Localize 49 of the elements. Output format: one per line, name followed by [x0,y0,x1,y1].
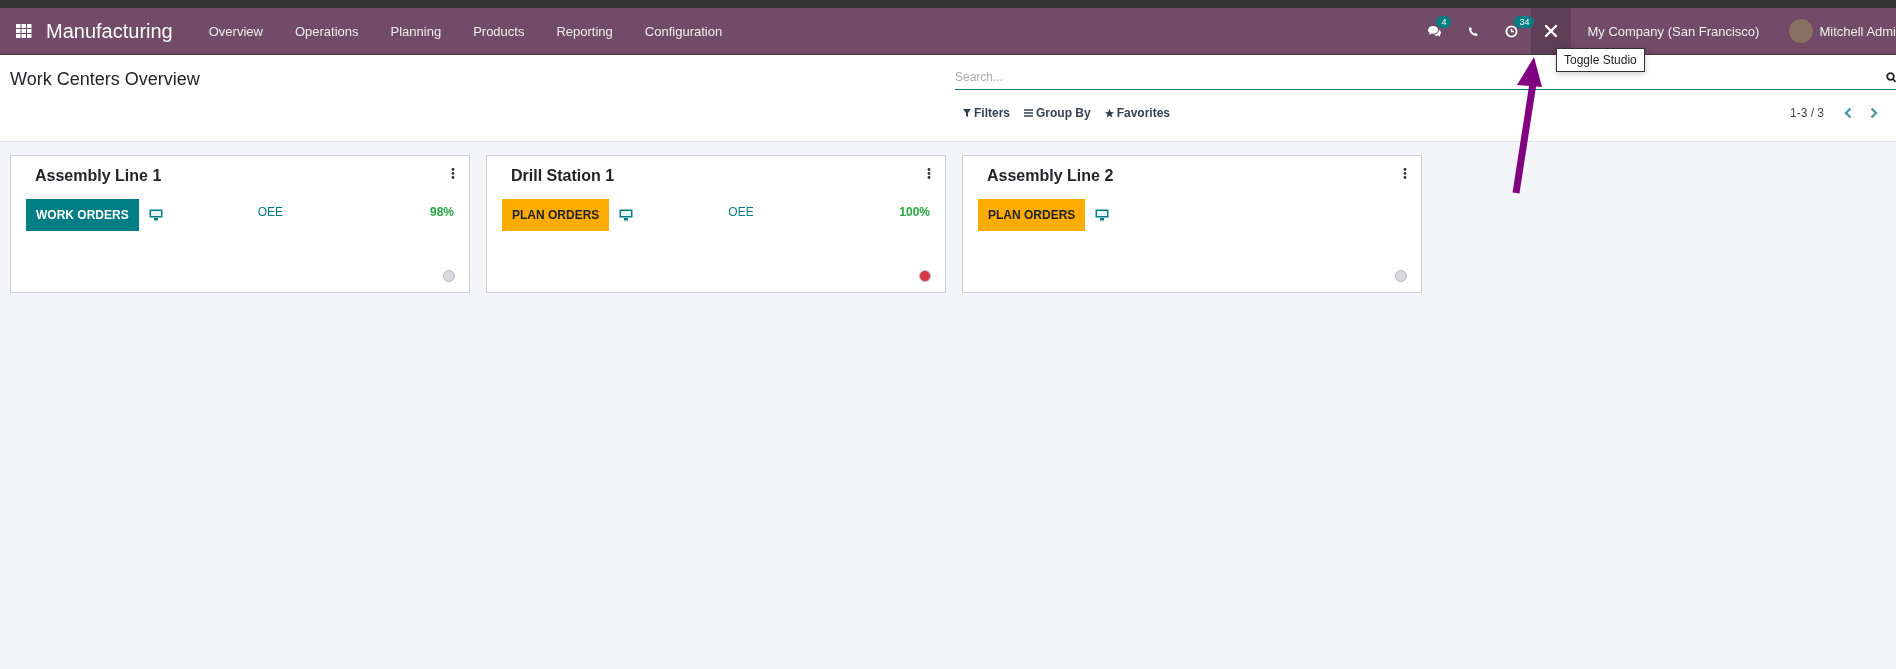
counter-badge: 4 [1436,16,1452,28]
systray-button[interactable]: 4 [1414,8,1456,54]
oee-value: 100% [899,205,930,219]
menu-item[interactable]: Configuration [628,23,739,39]
card-title: Assembly Line 2 [987,167,1114,185]
status-dot[interactable] [919,270,931,282]
monitor-icon[interactable] [148,209,163,221]
previous-icon[interactable] [1844,107,1852,119]
list-icon [1024,109,1033,117]
phone-icon [1468,25,1480,37]
app-name[interactable]: Manufacturing [46,19,173,43]
pager-value[interactable]: 1-3 / 3 [1789,106,1824,120]
chat-icon [1427,24,1443,38]
next-icon[interactable] [1870,107,1878,119]
tooltip: Toggle Studio [1556,48,1645,72]
card-title: Drill Station 1 [511,167,615,185]
systray-button[interactable] [1531,8,1572,54]
funnel-icon [963,109,971,117]
company-switcher[interactable]: My Company (San Francisco) [1587,23,1760,39]
kebab-menu-icon[interactable] [1403,168,1407,179]
card-title: Assembly Line 1 [35,167,162,185]
monitor-icon[interactable] [619,209,634,221]
menu-item[interactable]: Products [457,23,541,39]
filter-dropdown[interactable]: Filters [963,104,1010,122]
oee-value: 98% [429,205,454,219]
oee-label[interactable]: OEE [728,205,754,219]
filter-dropdown[interactable]: Group By [1024,104,1091,122]
orders-button[interactable]: PLAN ORDERS [978,199,1086,231]
kebab-menu-icon[interactable] [927,168,931,179]
monitor-icon[interactable] [1095,209,1110,221]
counter-badge: 34 [1514,16,1535,28]
search-field[interactable]: Search... [955,70,1886,84]
orders-button[interactable]: WORK ORDERS [26,199,139,231]
search-icon[interactable] [1886,71,1896,83]
clock-icon [1505,24,1519,38]
user-menu[interactable]: Mitchell Admi [1819,23,1896,39]
menu-item[interactable]: Overview [192,23,279,39]
systray-button[interactable]: 34 [1492,8,1532,54]
orders-button[interactable]: PLAN ORDERS [502,199,610,231]
page-title: Work Centers Overview [10,69,201,90]
filter-dropdown[interactable]: Favorites [1104,104,1171,122]
star-icon [1104,108,1114,118]
menu-item[interactable]: Operations [278,23,375,39]
kebab-menu-icon[interactable] [451,168,455,179]
menu-item[interactable]: Planning [374,23,458,39]
oee-label[interactable]: OEE [257,205,283,219]
status-dot[interactable] [443,270,455,282]
status-dot[interactable] [1395,270,1407,282]
menu-item[interactable]: Reporting [540,23,629,39]
